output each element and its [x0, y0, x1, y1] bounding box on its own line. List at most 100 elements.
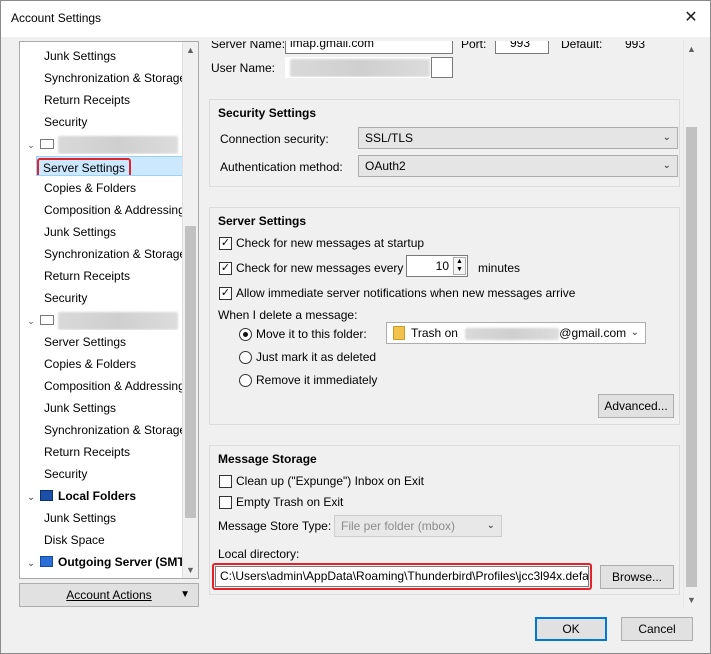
- just-mark-deleted-radio[interactable]: [239, 351, 252, 364]
- scroll-down-icon[interactable]: ▼: [684, 592, 699, 608]
- security-settings-group: Security Settings Connection security: S…: [209, 99, 680, 187]
- tree-scrollbar[interactable]: ▲ ▼: [182, 42, 198, 578]
- trash-folder-prefix: Trash on: [411, 326, 458, 340]
- move-to-folder-label: Move it to this folder:: [256, 327, 367, 341]
- tree-item[interactable]: Return Receipts: [44, 90, 184, 110]
- tree-item[interactable]: Junk Settings: [44, 222, 184, 242]
- server-name-label: Server Name:: [211, 41, 286, 51]
- tree-item[interactable]: Composition & Addressing: [44, 376, 184, 396]
- account-actions-button[interactable]: Account Actions ▼: [19, 583, 199, 607]
- account-tree[interactable]: Junk Settings Synchronization & Storage Re…: [19, 41, 199, 579]
- connection-security-value: SSL/TLS: [365, 131, 414, 145]
- ok-button[interactable]: OK: [535, 617, 607, 641]
- check-startup-checkbox[interactable]: ✓: [219, 237, 232, 250]
- check-every-checkbox[interactable]: ✓: [219, 262, 232, 275]
- tree-item-label: Junk Settings: [44, 511, 117, 525]
- default-port-label: Default:: [561, 41, 603, 51]
- tree-account[interactable]: ⌄ Local Folders: [24, 486, 184, 506]
- tree-item[interactable]: Synchronization & Storage: [44, 244, 184, 264]
- minutes-label: minutes: [478, 261, 521, 275]
- tree-account[interactable]: ⌄ Outgoing Server (SMTP): [24, 552, 184, 572]
- folder-icon: [393, 326, 405, 340]
- remove-immediately-label: Remove it immediately: [256, 373, 378, 387]
- chevron-down-icon: ⌄: [662, 160, 671, 171]
- allow-push-label: Allow immediate server notifications whe…: [236, 286, 576, 300]
- move-to-folder-radio[interactable]: [239, 328, 252, 341]
- window-title: Account Settings: [11, 11, 102, 25]
- server-name-input[interactable]: imap.gmail.com: [285, 41, 453, 54]
- redacted-user-name: [290, 58, 430, 77]
- cancel-button[interactable]: Cancel: [621, 617, 693, 641]
- redacted-email: [465, 327, 560, 340]
- chevron-down-icon[interactable]: ⌄: [24, 135, 38, 154]
- advanced-button[interactable]: Advanced...: [598, 394, 674, 418]
- tree-item[interactable]: Junk Settings: [44, 398, 184, 418]
- chevron-down-icon: ▼: [180, 589, 190, 600]
- tree-item-label: Synchronization & Storage: [44, 247, 184, 261]
- browse-button[interactable]: Browse...: [600, 565, 674, 589]
- trash-folder-suffix: @gmail.com: [559, 326, 627, 340]
- tree-scroll-thumb[interactable]: [185, 226, 196, 518]
- pane-scroll-thumb[interactable]: [686, 127, 697, 587]
- tree-item-label: Return Receipts: [44, 93, 131, 107]
- tree-item[interactable]: Security: [44, 464, 184, 484]
- store-type-select: File per folder (mbox) ⌄: [334, 515, 502, 537]
- trash-folder-select[interactable]: Trash on @gmail.com ⌄: [386, 322, 646, 344]
- tree-item[interactable]: Server Settings: [44, 332, 184, 352]
- tree-item[interactable]: Security: [44, 112, 184, 132]
- outgoing-server-icon: [38, 555, 58, 569]
- scroll-down-icon[interactable]: ▼: [183, 562, 198, 578]
- chevron-down-icon[interactable]: ⌄: [24, 553, 38, 572]
- allow-push-checkbox[interactable]: ✓: [219, 287, 232, 300]
- check-interval-value: 10: [435, 259, 449, 273]
- tree-item-label: Synchronization & Storage: [44, 71, 184, 85]
- tree-item[interactable]: Synchronization & Storage: [44, 420, 184, 440]
- tree-item-label: Junk Settings: [44, 225, 117, 239]
- tree-account[interactable]: ⌄: [24, 310, 184, 330]
- local-directory-label: Local directory:: [218, 547, 300, 561]
- cleanup-inbox-label: Clean up ("Expunge") Inbox on Exit: [236, 474, 424, 488]
- tree-account[interactable]: ⌄: [24, 134, 184, 154]
- remove-immediately-radio[interactable]: [239, 374, 252, 387]
- tree-item-label: Junk Settings: [44, 401, 117, 415]
- check-interval-stepper[interactable]: 10 ▲ ▼: [406, 255, 468, 277]
- tree-item[interactable]: Return Receipts: [44, 442, 184, 462]
- tree-item[interactable]: Composition & Addressing: [44, 200, 184, 220]
- local-directory-input[interactable]: C:\Users\admin\AppData\Roaming\Thunderbi…: [215, 566, 589, 587]
- auth-method-select[interactable]: OAuth2 ⌄: [358, 155, 678, 177]
- tree-item[interactable]: Junk Settings: [44, 508, 184, 528]
- tree-item[interactable]: Server Settings: [36, 156, 184, 176]
- tree-item[interactable]: Copies & Folders: [44, 354, 184, 374]
- empty-trash-label: Empty Trash on Exit: [236, 495, 344, 509]
- tree-item-label: Junk Settings: [44, 49, 117, 63]
- chevron-down-icon: ⌄: [630, 327, 639, 338]
- cleanup-inbox-checkbox[interactable]: [219, 475, 232, 488]
- store-type-label: Message Store Type:: [218, 519, 332, 533]
- tree-item[interactable]: Copies & Folders: [44, 178, 184, 198]
- user-name-input[interactable]: [285, 57, 453, 78]
- chevron-down-icon[interactable]: ⌄: [24, 487, 38, 506]
- close-icon[interactable]: ✕: [678, 6, 704, 30]
- chevron-down-icon[interactable]: ⌄: [24, 311, 38, 330]
- tree-item[interactable]: Security: [44, 288, 184, 308]
- tree-item[interactable]: Junk Settings: [44, 46, 184, 66]
- connection-security-label: Connection security:: [220, 132, 329, 146]
- tree-item[interactable]: Synchronization & Storage: [44, 68, 184, 88]
- chevron-down-icon: ⌄: [486, 520, 495, 531]
- tree-item[interactable]: Disk Space: [44, 530, 184, 550]
- pane-scrollbar[interactable]: ▲ ▼: [683, 41, 699, 608]
- tree-item-label: Disk Space: [44, 533, 105, 547]
- stepper-arrows-icon[interactable]: ▲ ▼: [453, 257, 466, 275]
- server-settings-group: Server Settings ✓ Check for new messages…: [209, 207, 680, 425]
- tree-item-label: Composition & Addressing: [44, 203, 184, 217]
- port-input[interactable]: 993: [495, 41, 549, 54]
- scroll-up-icon[interactable]: ▲: [183, 42, 198, 58]
- redacted-account-name: [58, 135, 178, 154]
- empty-trash-checkbox[interactable]: [219, 496, 232, 509]
- title-bar: Account Settings ✕: [1, 1, 710, 37]
- user-name-label: User Name:: [211, 61, 276, 75]
- mail-icon: [38, 313, 58, 327]
- connection-security-select[interactable]: SSL/TLS ⌄: [358, 127, 678, 149]
- tree-item[interactable]: Return Receipts: [44, 266, 184, 286]
- scroll-up-icon[interactable]: ▲: [684, 41, 699, 57]
